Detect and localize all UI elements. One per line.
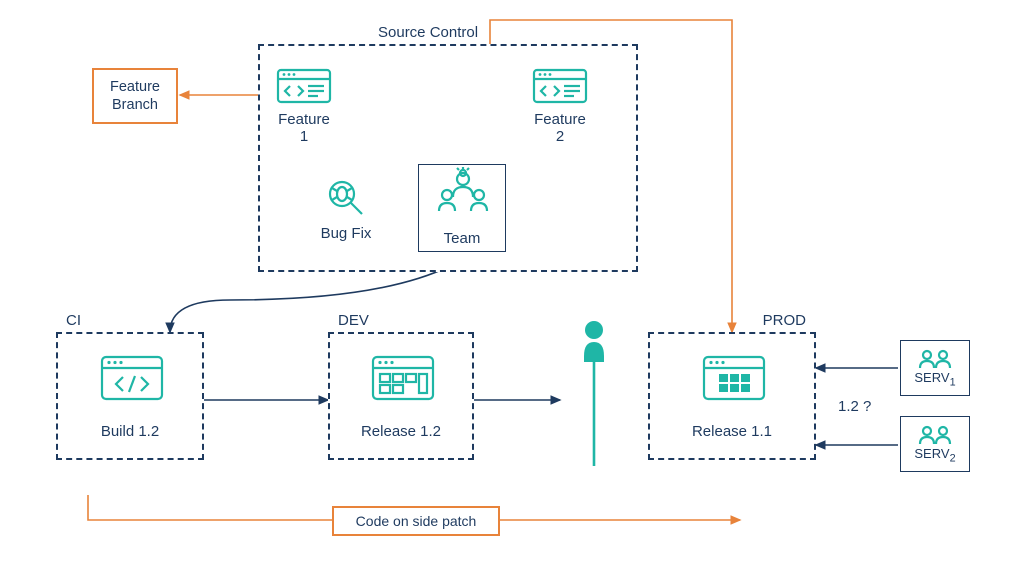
code-window-icon bbox=[276, 66, 332, 106]
source-control-title: Source Control bbox=[378, 24, 478, 41]
feature1-node: Feature 1 bbox=[272, 66, 336, 111]
grid-window-icon bbox=[701, 352, 767, 404]
prod-title: PROD bbox=[763, 312, 806, 329]
ci-box: CI Build 1.2 bbox=[56, 332, 204, 460]
feature1-label: Feature 1 bbox=[272, 111, 336, 145]
users-icon bbox=[915, 424, 955, 446]
version-question: 1.2 ? bbox=[838, 398, 871, 415]
person-icon bbox=[576, 318, 612, 473]
serv2-label: SERV2 bbox=[914, 446, 955, 465]
code-window-icon bbox=[99, 352, 165, 404]
team-box: Team bbox=[418, 164, 506, 252]
team-label: Team bbox=[419, 230, 505, 247]
dev-label: Release 1.2 bbox=[330, 423, 472, 440]
code-window-icon bbox=[532, 66, 588, 106]
ci-title: CI bbox=[66, 312, 81, 329]
dev-title: DEV bbox=[338, 312, 369, 329]
bug-icon bbox=[322, 176, 370, 220]
dashboard-window-icon bbox=[370, 352, 436, 404]
feature2-node: Feature 2 bbox=[528, 66, 592, 111]
feature-branch-label: Feature Branch bbox=[110, 78, 160, 114]
prod-box: PROD Release 1.1 bbox=[648, 332, 816, 460]
bugfix-label: Bug Fix bbox=[316, 225, 376, 242]
serv2-box: SERV2 bbox=[900, 416, 970, 472]
serv1-label: SERV1 bbox=[914, 370, 955, 389]
team-icon bbox=[419, 165, 507, 229]
bugfix-node: Bug Fix bbox=[316, 176, 376, 225]
patch-box: Code on side patch bbox=[332, 506, 500, 536]
patch-label: Code on side patch bbox=[356, 513, 477, 529]
users-icon bbox=[915, 348, 955, 370]
serv1-box: SERV1 bbox=[900, 340, 970, 396]
ci-label: Build 1.2 bbox=[58, 423, 202, 440]
feature2-label: Feature 2 bbox=[528, 111, 592, 145]
dev-box: DEV Release 1.2 bbox=[328, 332, 474, 460]
feature-branch-box: Feature Branch bbox=[92, 68, 178, 124]
source-control-box: Source Control Feature 1 Feature 2 bbox=[258, 44, 638, 272]
prod-label: Release 1.1 bbox=[650, 423, 814, 440]
